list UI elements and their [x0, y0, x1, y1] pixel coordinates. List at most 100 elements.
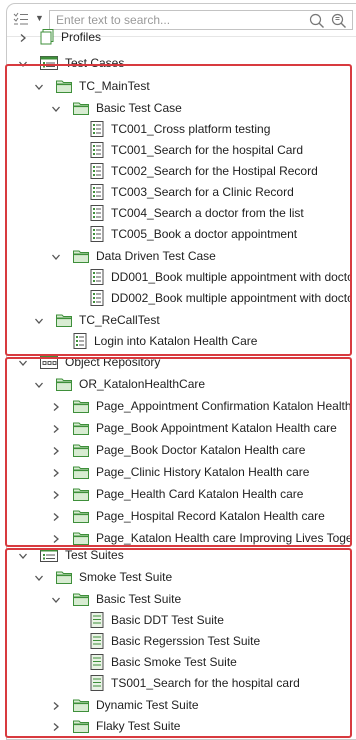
test-case-icon	[90, 121, 104, 137]
test-case-icon	[90, 226, 104, 242]
chevron-right-icon[interactable]	[51, 423, 61, 433]
object-repository-icon	[40, 355, 58, 369]
chevron-right-icon[interactable]	[51, 401, 61, 411]
tree-item-label: TC_MainTest	[79, 79, 150, 93]
tree-item-test-suite[interactable]: Basic DDT Test Suite	[68, 610, 350, 630]
test-suite-icon	[90, 633, 104, 649]
filter-dropdown-icon[interactable]: ▼	[35, 13, 44, 23]
chevron-down-icon[interactable]	[34, 81, 44, 91]
tree-item-data-driven-test-case[interactable]: Data Driven Test Case	[51, 246, 350, 266]
tree-item-page[interactable]: Page_Book Appointment Katalon Health car…	[51, 418, 350, 438]
tree-item-label: TC001_Cross platform testing	[111, 122, 271, 136]
tree-item-label: TC005_Book a doctor appointment	[111, 227, 298, 241]
tree-item-label: Basic Smoke Test Suite	[111, 655, 237, 669]
folder-icon	[73, 101, 89, 115]
tree-item-test-case[interactable]: TC004_Search a doctor from the list	[68, 203, 350, 223]
tree-item-page[interactable]: Page_Book Doctor Katalon Health care	[51, 440, 350, 460]
tree-item-test-case[interactable]: DD002_Book multiple appointment with doc…	[68, 288, 350, 308]
test-case-icon	[90, 290, 104, 306]
tree-item-object-repository[interactable]: Object Repository	[18, 352, 350, 372]
tree-item-flaky-test-suite[interactable]: Flaky Test Suite	[51, 716, 350, 736]
tree-item-test-suite[interactable]: Basic Regerssion Test Suite	[68, 631, 350, 651]
test-case-icon	[90, 269, 104, 285]
folder-icon	[73, 509, 89, 523]
folder-icon	[56, 570, 72, 584]
tree-item-or-folder[interactable]: OR_KatalonHealthCare	[34, 374, 350, 394]
tree-item-profiles[interactable]: Profiles	[18, 27, 350, 47]
test-case-icon	[90, 205, 104, 221]
tree-item-test-case[interactable]: TC005_Book a doctor appointment	[68, 224, 350, 244]
tree-item-label: TS001_Search for the hospital card	[111, 676, 300, 690]
chevron-right-icon[interactable]	[51, 489, 61, 499]
tree-item-test-case[interactable]: TC002_Search for the Hostipal Record	[68, 161, 350, 181]
chevron-down-icon[interactable]	[34, 572, 44, 582]
tree-item-smoke-test-suite[interactable]: Smoke Test Suite	[34, 567, 350, 587]
tree-item-label: Basic Regerssion Test Suite	[111, 634, 261, 648]
tree-item-test-case[interactable]: DD001_Book multiple appointment with doc…	[68, 267, 350, 287]
tree-item-test-suites[interactable]: Test Suites	[18, 545, 350, 565]
tree-item-tc-recalltest[interactable]: TC_ReCallTest	[34, 310, 350, 330]
tree-item-test-case[interactable]: TC001_Search for the hospital Card	[68, 140, 350, 160]
chevron-right-icon[interactable]	[51, 700, 61, 710]
chevron-down-icon[interactable]	[18, 58, 28, 68]
folder-icon	[73, 698, 89, 712]
chevron-down-icon[interactable]	[51, 251, 61, 261]
chevron-right-icon[interactable]	[51, 533, 61, 543]
tree-item-page[interactable]: Page_Hospital Record Katalon Health care	[51, 506, 350, 526]
folder-icon	[73, 531, 89, 545]
test-suites-section-icon	[40, 548, 58, 562]
tree-item-test-cases[interactable]: Test Cases	[18, 53, 350, 73]
tree-item-dynamic-test-suite[interactable]: Dynamic Test Suite	[51, 695, 350, 715]
tree-item-test-case[interactable]: TC001_Cross platform testing	[68, 119, 350, 139]
tree-item-basic-test-case[interactable]: Basic Test Case	[51, 98, 350, 118]
tree-item-label: Page_Health Card Katalon Health care	[96, 487, 304, 501]
chevron-down-icon[interactable]	[18, 550, 28, 560]
tree-item-label: Basic Test Suite	[96, 592, 182, 606]
tree-item-label: Data Driven Test Case	[96, 249, 216, 263]
folder-icon	[73, 443, 89, 457]
tree-item-page[interactable]: Page_Health Card Katalon Health care	[51, 484, 350, 504]
chevron-down-icon[interactable]	[18, 357, 28, 367]
tree-item-label: TC004_Search a doctor from the list	[111, 206, 304, 220]
tree-item-test-suite[interactable]: Basic Smoke Test Suite	[68, 652, 350, 672]
tree-item-label: Page_Appointment Confirmation Katalon He…	[96, 399, 350, 413]
tree-item-label: Test Suites	[65, 548, 124, 562]
tree-item-basic-test-suite[interactable]: Basic Test Suite	[51, 589, 350, 609]
tree-item-tc-maintest[interactable]: TC_MainTest	[34, 76, 350, 96]
chevron-right-icon[interactable]	[51, 445, 61, 455]
tree-item-label: Page_Book Appointment Katalon Health car…	[96, 421, 337, 435]
folder-icon	[73, 487, 89, 501]
tree-item-page[interactable]: Page_Appointment Confirmation Katalon He…	[51, 396, 350, 416]
chevron-down-icon[interactable]	[51, 103, 61, 113]
chevron-right-icon[interactable]	[18, 32, 28, 42]
tree-item-label: Page_Book Doctor Katalon Health care	[96, 443, 306, 457]
tree-item-test-case[interactable]: TC003_Search for a Clinic Record	[68, 182, 350, 202]
tree-item-label: Basic Test Case	[96, 101, 182, 115]
tree-item-label: Dynamic Test Suite	[96, 698, 199, 712]
chevron-right-icon[interactable]	[51, 467, 61, 477]
tree-item-test-suite[interactable]: TS001_Search for the hospital card	[68, 673, 350, 693]
chevron-down-icon[interactable]	[34, 379, 44, 389]
tree-item-label: Flaky Test Suite	[96, 719, 181, 733]
folder-icon	[73, 421, 89, 435]
chevron-down-icon[interactable]	[51, 594, 61, 604]
tree-item-label: Login into Katalon Health Care	[94, 334, 258, 348]
folder-icon	[73, 465, 89, 479]
folder-icon	[73, 399, 89, 413]
chevron-right-icon[interactable]	[51, 721, 61, 731]
test-suite-icon	[90, 654, 104, 670]
chevron-right-icon[interactable]	[51, 511, 61, 521]
tree-item-page[interactable]: Page_Clinic History Katalon Health care	[51, 462, 350, 482]
tree-item-test-case[interactable]: Login into Katalon Health Care	[51, 331, 350, 351]
chevron-down-icon[interactable]	[34, 315, 44, 325]
test-case-icon	[90, 163, 104, 179]
